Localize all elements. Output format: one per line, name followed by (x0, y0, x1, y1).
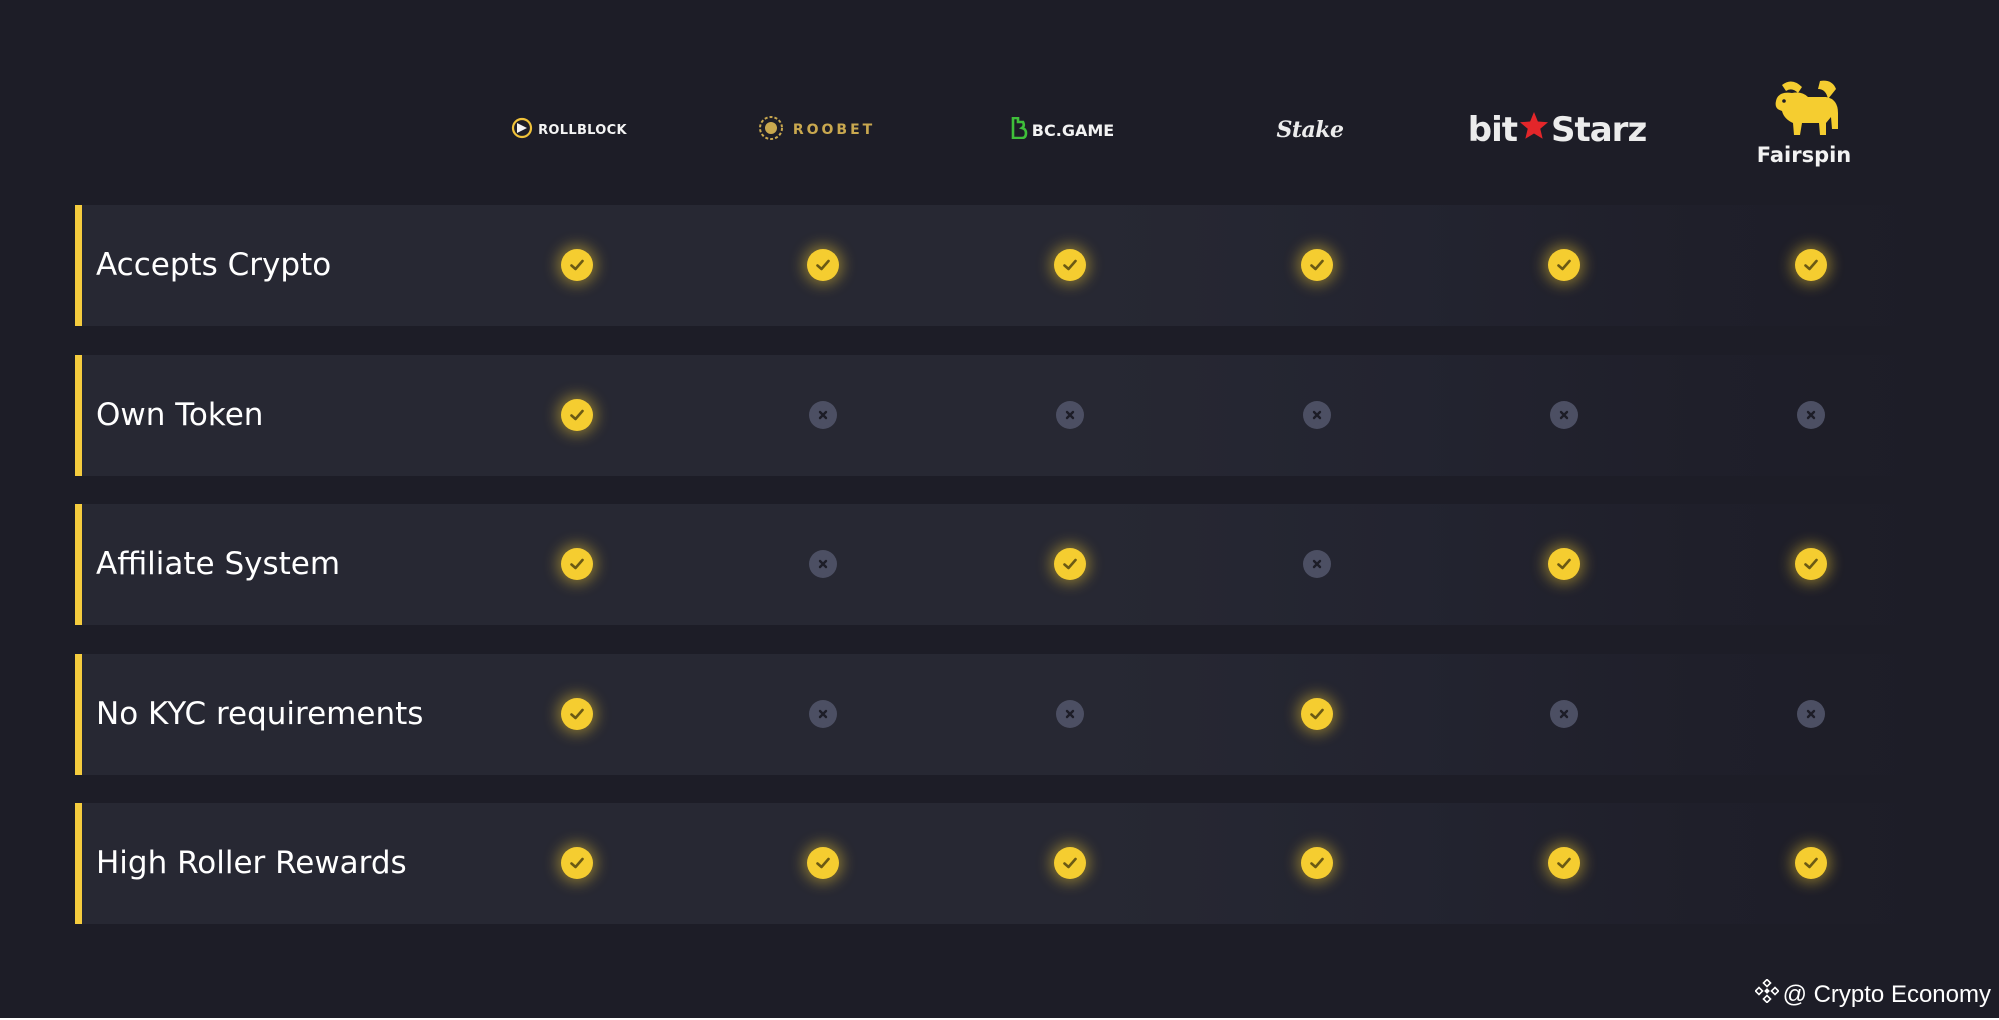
star-icon (1518, 110, 1550, 151)
stake-logo-text: Stake (1276, 117, 1344, 143)
bitstarz-logo: bit Starz (1467, 110, 1648, 151)
roobet-logo-icon (757, 114, 785, 146)
fairspin-logo: Fairspin (1756, 79, 1852, 167)
bitstarz-logo-left: bit (1467, 110, 1518, 150)
cross-icon (809, 550, 837, 578)
brand-bcgame: BC.GAME (942, 70, 1182, 190)
check-icon (1548, 847, 1580, 879)
feature-label: Accepts Crypto (96, 247, 332, 283)
watermark-text: @ Crypto Economy (1782, 980, 1991, 1008)
fairspin-logo-text: Fairspin (1756, 143, 1852, 167)
rollblock-logo-icon (511, 117, 533, 143)
watermark: @ Crypto Economy (1753, 978, 1991, 1010)
check-icon (1548, 548, 1580, 580)
feature-label: Own Token (96, 397, 264, 433)
lion-logo-icon (1762, 79, 1846, 145)
cross-icon (1056, 401, 1084, 429)
check-icon (807, 249, 839, 281)
check-icon (561, 847, 593, 879)
check-icon (561, 548, 593, 580)
feature-label: Affiliate System (96, 546, 341, 582)
brand-bitstarz: bit Starz (1437, 70, 1677, 190)
cross-icon (1303, 401, 1331, 429)
bitstarz-logo-right: Starz (1551, 110, 1647, 150)
comparison-table: ROLLBLOCK ROOBET BC.GAME Stake bit Starz… (0, 0, 1999, 1020)
rollblock-logo: ROLLBLOCK (511, 117, 627, 143)
check-icon (1054, 548, 1086, 580)
bcgame-logo-text: BC.GAME (1031, 120, 1115, 140)
cross-icon (1303, 550, 1331, 578)
cross-icon (1797, 700, 1825, 728)
feature-row: Affiliate System (75, 504, 1924, 625)
brand-stake: Stake (1190, 70, 1430, 190)
cross-icon (1550, 401, 1578, 429)
roobet-logo: ROOBET (757, 114, 875, 146)
check-icon (1301, 698, 1333, 730)
feature-row: High Roller Rewards (75, 803, 1924, 924)
feature-row: Accepts Crypto (75, 205, 1924, 326)
rollblock-logo-text: ROLLBLOCK (538, 122, 627, 138)
cross-icon (809, 401, 837, 429)
check-icon (1301, 249, 1333, 281)
bcgame-logo: BC.GAME (1010, 116, 1115, 143)
check-icon (561, 399, 593, 431)
cross-icon (1056, 700, 1084, 728)
brand-roobet: ROOBET (696, 70, 936, 190)
check-icon (807, 847, 839, 879)
check-icon (1054, 847, 1086, 879)
brand-header-row: ROLLBLOCK ROOBET BC.GAME Stake bit Starz… (0, 70, 1999, 190)
check-icon (1795, 847, 1827, 879)
check-icon (1548, 249, 1580, 281)
feature-row: No KYC requirements (75, 654, 1924, 775)
roobet-logo-text: ROOBET (792, 122, 876, 138)
brand-rollblock: ROLLBLOCK (449, 70, 689, 190)
bcgame-logo-icon (1010, 116, 1028, 143)
feature-row: Own Token (75, 355, 1924, 476)
cross-icon (1797, 401, 1825, 429)
check-icon (561, 698, 593, 730)
check-icon (561, 249, 593, 281)
cross-icon (1550, 700, 1578, 728)
cross-icon (809, 700, 837, 728)
check-icon (1795, 548, 1827, 580)
check-icon (1795, 249, 1827, 281)
check-icon (1054, 249, 1086, 281)
feature-label: No KYC requirements (96, 696, 424, 732)
binance-diamond-icon (1753, 978, 1780, 1010)
brand-fairspin: Fairspin (1684, 70, 1924, 190)
feature-label: High Roller Rewards (96, 845, 407, 881)
check-icon (1301, 847, 1333, 879)
